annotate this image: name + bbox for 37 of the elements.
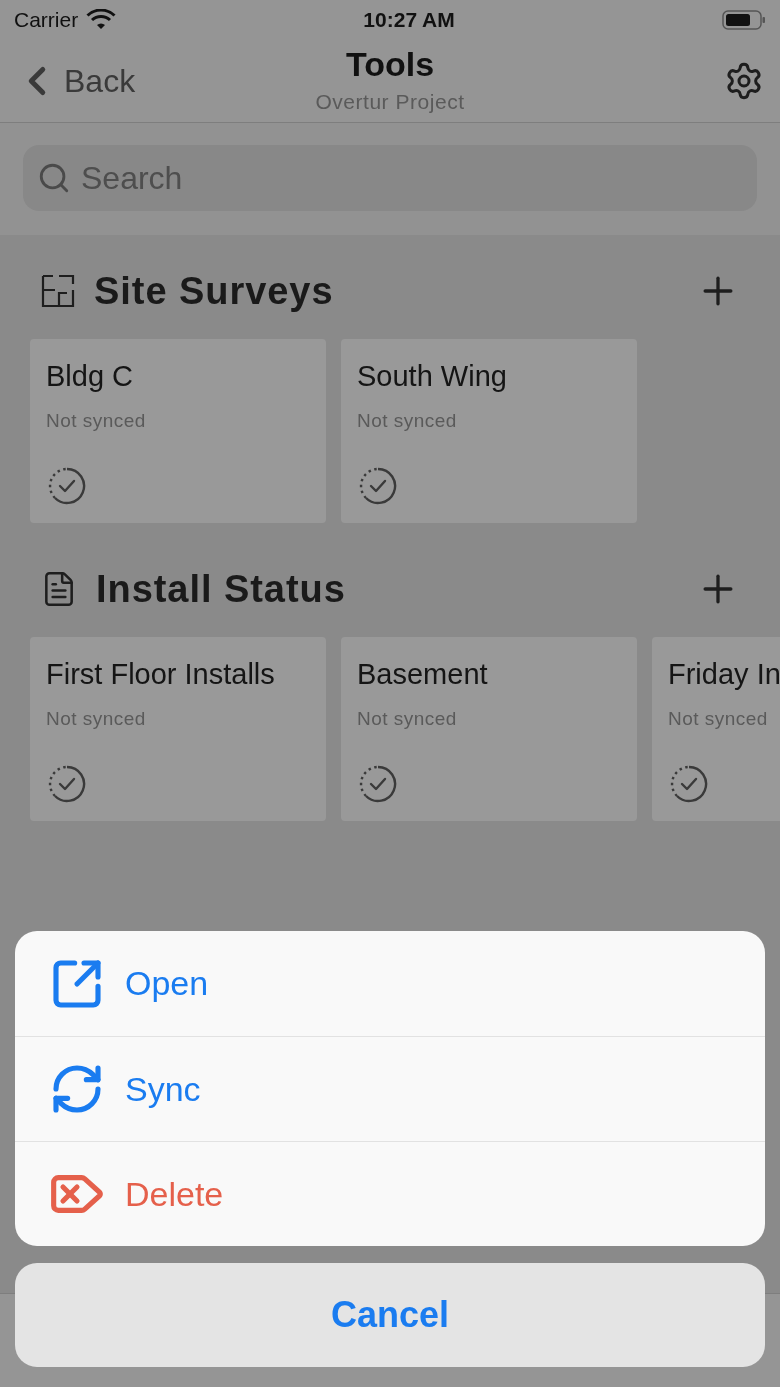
sync-status: Not synced [357,706,458,731]
carrier-label: Carrier [14,7,79,34]
card-title: South Wing [357,359,508,394]
sync-status: Not synced [357,408,458,433]
search-field[interactable]: Search [23,145,757,211]
dashed-check-circle-icon [359,765,397,803]
survey-card[interactable]: Basement Not synced [341,637,637,821]
action-item[interactable]: Open [15,931,765,1036]
card-title: Friday In [668,657,780,692]
floor-plan-icon [40,273,76,309]
survey-card[interactable]: Friday In Not synced [652,637,780,821]
action-item[interactable]: Sync [15,1036,765,1141]
survey-card[interactable]: First Floor Installs Not synced [30,637,326,821]
card-title: First Floor Installs [46,657,276,692]
dashed-check-circle-icon [48,765,86,803]
sync-status: Not synced [668,706,769,731]
card-title: Bldg C [46,359,135,394]
dashed-check-circle-icon [359,467,397,505]
battery-icon [722,9,766,31]
sync-status: Not synced [46,408,147,433]
screen-subtitle: Overtur Project [315,89,465,115]
search-icon [37,161,71,195]
section-title: Install Status [96,566,346,612]
card-title: Basement [357,657,489,692]
dashed-check-circle-icon [670,765,708,803]
dashed-check-circle-icon [48,467,86,505]
wifi-icon [86,9,117,31]
sync-status: Not synced [46,706,147,731]
survey-card[interactable]: Bldg C Not synced [30,339,326,523]
survey-card[interactable]: South Wing Not synced [341,339,637,523]
settings-icon [724,61,764,101]
section-title: Site Surveys [94,268,334,314]
settings-button[interactable] [724,61,764,101]
screen-title: Tools [345,44,435,85]
clock-time: 10:27 AM [363,7,455,34]
action-item[interactable]: Delete [15,1141,765,1246]
back-button[interactable]: Back [14,57,136,105]
